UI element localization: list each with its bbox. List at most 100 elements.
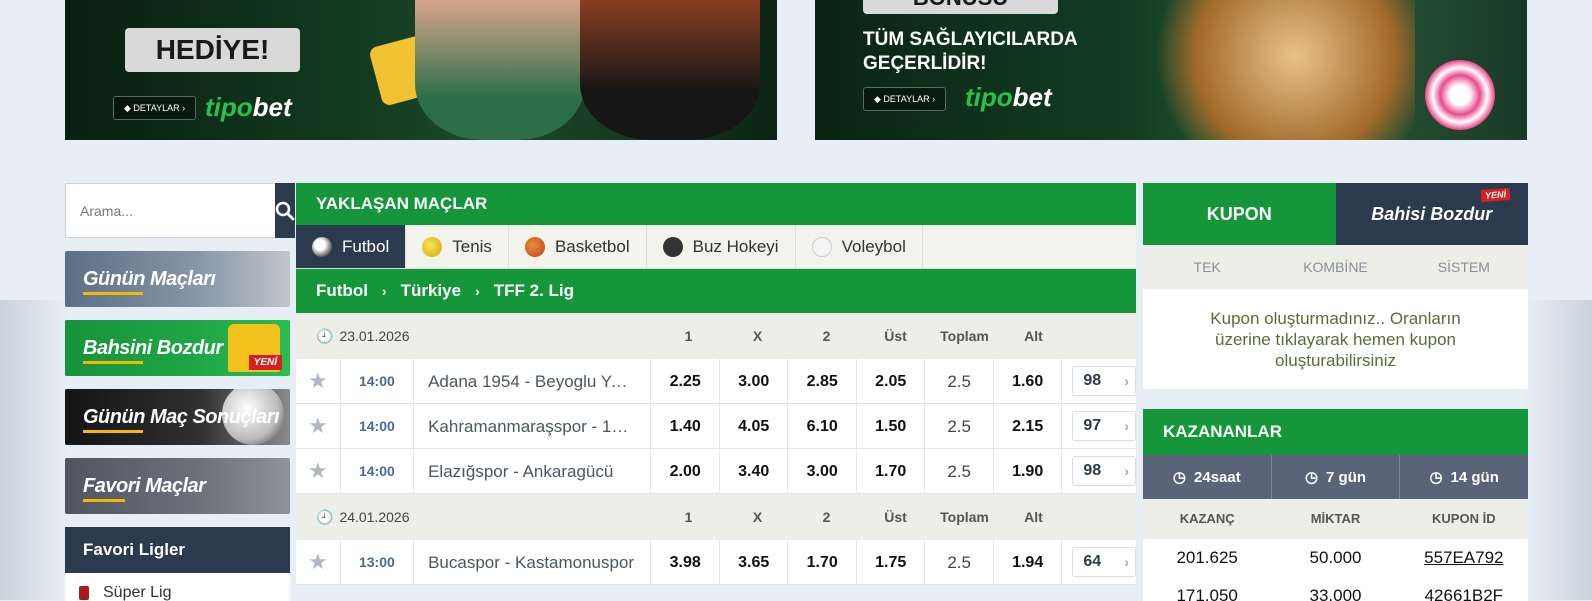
odd-ust[interactable]: 2.05 [857,359,926,403]
brand-logo: tipobet [205,92,292,122]
sidebar-card-label: Favori Maçlar [83,474,206,502]
star-icon[interactable]: ★ [296,549,340,575]
match-time: 13:00 [339,540,415,584]
winners-table-header: KAZANÇ MİKTAR KUPON İD [1143,499,1528,539]
match-teams[interactable]: Bucaspor - Kastamonuspor [414,540,652,584]
search-button[interactable] [275,183,295,238]
odd-ust[interactable]: 1.50 [857,404,926,448]
odd-ust[interactable]: 1.75 [857,540,926,584]
match-teams[interactable]: Kahramanmaraşspor - 1461 Trabzon [414,404,652,448]
chevron-right-icon: › [1124,418,1130,434]
match-row: ★ 14:00 Kahramanmaraşspor - 1461 Trabzon… [296,404,1137,449]
column-header: 2 [822,509,831,525]
zeus-character-image [1115,0,1415,140]
banner-hediye-label: HEDİYE! [125,28,300,72]
match-date: 24.01.2026 [339,509,410,525]
odd-toplam: 2.5 [925,540,994,584]
match-teams[interactable]: Adana 1954 - Beyoglu Yeni Carsi [414,359,652,403]
winner-kupon-link[interactable]: 42661B2F [1425,586,1503,601]
odd-alt[interactable]: 1.94 [994,540,1063,584]
odd-2[interactable]: 3.00 [788,449,857,493]
tab-voleybol[interactable]: Voleybol [796,225,923,268]
banner-details-button[interactable]: ◆ DETAYLAR › [113,96,197,120]
sidebar-card-label: Bahsini Bozdur [83,336,223,364]
promo-banner-left[interactable]: HEDİYE! ◆ DETAYLAR › tipobet [65,0,777,140]
background-decor-right [1522,300,1592,600]
favorite-league-item[interactable]: Süper Lig [65,573,290,601]
odd-ust[interactable]: 1.70 [857,449,926,493]
match-time: 14:00 [339,449,415,493]
new-badge: YENİ [1480,188,1511,202]
odd-x[interactable]: 3.40 [720,449,789,493]
new-badge: YENİ [248,355,282,370]
column-header: X [752,509,763,525]
column-header: Toplam [940,328,989,344]
winner-row: 171.050 33.000 42661B2F [1143,577,1528,601]
odd-toplam: 2.5 [925,359,994,403]
odd-alt[interactable]: 1.90 [994,449,1063,493]
odd-1[interactable]: 3.98 [651,540,720,584]
breadcrumb-item[interactable]: Futbol [316,281,368,301]
football-icon [312,236,332,257]
winners-title: KAZANANLAR [1143,409,1528,455]
winner-kazanc: 201.625 [1176,548,1238,567]
tab-futbol[interactable]: Futbol [296,225,407,268]
odd-alt[interactable]: 2.15 [994,404,1063,448]
tab-7gun[interactable]: ◷ 7 gün [1272,455,1401,499]
more-bets-button[interactable]: 97 › [1072,411,1137,441]
tab-label: Futbol [342,236,390,256]
tab-tenis[interactable]: Tenis [406,225,509,268]
coupon-type-tabs: TEK KOMBİNE SİSTEM [1143,245,1528,289]
star-icon[interactable]: ★ [296,413,340,439]
odd-2[interactable]: 1.70 [788,540,857,584]
search-input[interactable] [65,183,275,238]
tab-kombine[interactable]: KOMBİNE [1271,245,1399,289]
winners-period-tabs: ◷ 24saat ◷ 7 gün ◷ 14 gün [1143,455,1528,499]
tab-buz-hokeyi[interactable]: Buz Hokeyi [647,225,796,268]
banner-details-button[interactable]: ◆ DETAYLAR › [863,87,947,111]
sidebar-card-gunun-maclari[interactable]: Günün Maçları [65,251,290,307]
coupon-panel: KUPON Bahisi Bozdur YENİ TEK KOMBİNE SİS… [1143,183,1528,389]
column-header: Toplam [940,509,989,525]
star-icon[interactable]: ★ [296,368,340,394]
chevron-right-icon: › [475,283,480,299]
odd-2[interactable]: 6.10 [788,404,857,448]
sidebar-card-bahsini-bozdur[interactable]: Bahsini Bozdur YENİ [65,320,290,376]
odd-x[interactable]: 3.65 [720,540,789,584]
odd-x[interactable]: 4.05 [720,404,789,448]
breadcrumb-item[interactable]: TFF 2. Lig [494,281,574,301]
odd-1[interactable]: 2.00 [651,449,720,493]
tab-bahisi-bozdur[interactable]: Bahisi Bozdur YENİ [1335,183,1528,245]
favorite-league-label: Süper Lig [103,584,172,601]
odd-alt[interactable]: 1.60 [994,359,1063,403]
tab-kupon[interactable]: KUPON [1143,183,1336,245]
odd-1[interactable]: 1.40 [651,404,720,448]
hockey-puck-icon [662,236,683,257]
coupon-empty-message: Kupon oluşturmadınız.. Oranların üzerine… [1143,289,1528,389]
more-bets-button[interactable]: 98 › [1072,456,1137,486]
match-teams[interactable]: Elazığspor - Ankaragücü [414,449,652,493]
clock-icon: ◷ [1172,469,1187,486]
coupon-tabs: KUPON Bahisi Bozdur YENİ [1143,183,1528,245]
tab-basketbol[interactable]: Basketbol [509,225,647,268]
match-time: 14:00 [339,404,415,448]
star-icon[interactable]: ★ [296,458,340,484]
turkey-flag-icon [79,586,89,600]
odd-2[interactable]: 2.85 [788,359,857,403]
match-date: 23.01.2026 [339,328,410,344]
odd-x[interactable]: 3.00 [720,359,789,403]
more-bets-button[interactable]: 98 › [1072,366,1137,396]
sidebar-card-mac-sonuclari[interactable]: Günün Maç Sonuçları [65,389,290,445]
sidebar-card-favori-maclar[interactable]: Favori Maçlar [65,458,290,514]
tab-sistem[interactable]: SİSTEM [1400,245,1528,289]
tab-14gun[interactable]: ◷ 14 gün [1400,455,1528,499]
winner-kupon-link[interactable]: 557EA792 [1424,548,1503,567]
breadcrumb-item[interactable]: Türkiye [401,281,461,301]
tab-24saat[interactable]: ◷ 24saat [1143,455,1272,499]
sidebar-card-label: Günün Maç Sonuçları [83,405,280,433]
promo-banner-right[interactable]: BONUSU TÜM SAĞLAYICILARDA GEÇERLİDİR! ◆ … [815,0,1527,140]
odd-1[interactable]: 2.25 [651,359,720,403]
tab-tek[interactable]: TEK [1143,245,1271,289]
more-bets-button[interactable]: 64 › [1072,547,1137,577]
date-header: 🕘 24.01.2026 1 X 2 Üst Toplam Alt [296,494,1136,540]
